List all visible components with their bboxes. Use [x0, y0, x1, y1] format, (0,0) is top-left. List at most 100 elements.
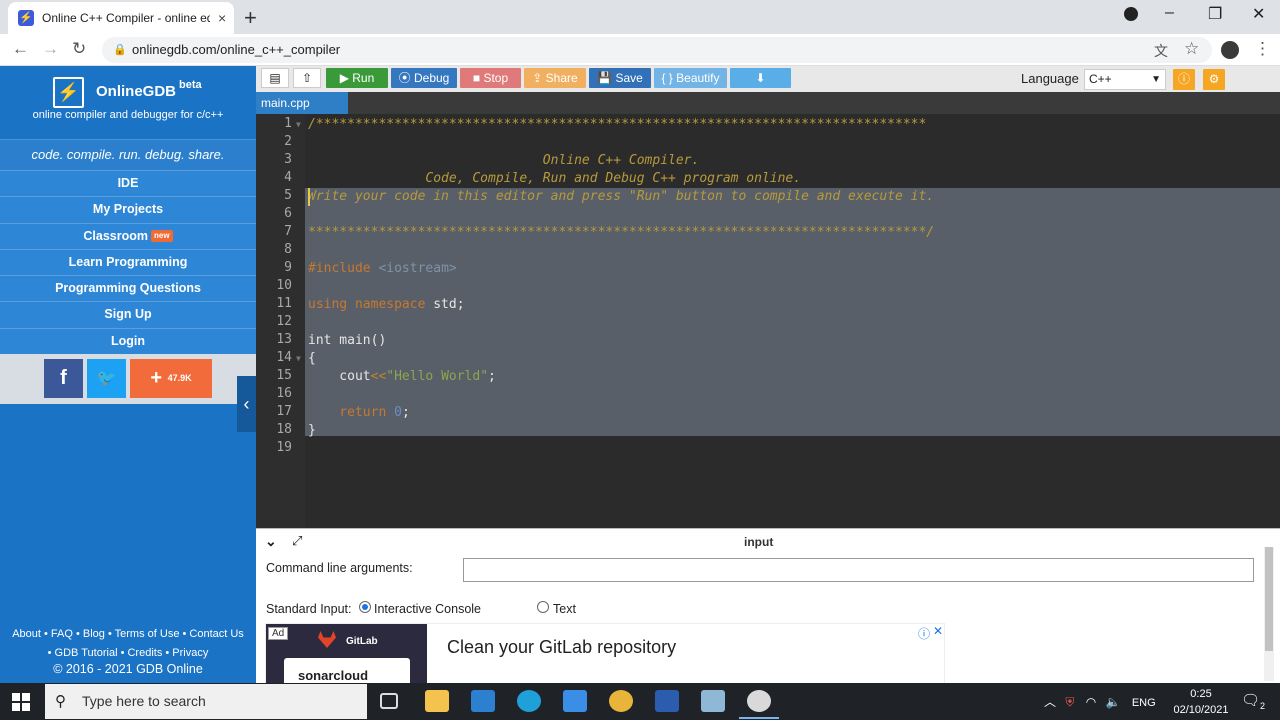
cmd-args-input[interactable]	[463, 558, 1254, 582]
chevron-down-icon: ▼	[1151, 74, 1161, 85]
volume-icon[interactable]: 🔈	[1106, 695, 1121, 709]
windows-taskbar: ⚲ Type here to search ︿ ⛨ ◠ 🔈 ENG 0:25 0…	[0, 683, 1280, 720]
radio-text-label[interactable]: Text	[553, 602, 576, 616]
file-explorer-icon[interactable]	[425, 690, 449, 712]
radio-interactive-console-label[interactable]: Interactive Console	[374, 602, 481, 616]
chrome-active-icon[interactable]	[747, 690, 771, 712]
window-minimize-button[interactable]: –	[1165, 4, 1174, 22]
sidebar-item-sign-up[interactable]: Sign Up	[0, 301, 256, 328]
fold-arrow-icon[interactable]: ▼	[296, 354, 301, 363]
notifications-icon[interactable]: 🗨2	[1241, 691, 1265, 711]
file-tab-main-cpp[interactable]: main.cpp	[256, 92, 348, 114]
panel-scrollbar[interactable]	[1264, 547, 1274, 681]
new-tab-button[interactable]: +	[244, 5, 257, 31]
ad-title[interactable]: Clean your GitLab repository	[447, 637, 676, 658]
copyright: © 2016 - 2021 GDB Online	[53, 662, 203, 676]
sidebar-item-ide[interactable]: IDE	[0, 170, 256, 197]
url-input[interactable]: 🔒 onlinegdb.com/online_c++_compiler	[102, 37, 1212, 63]
language-indicator[interactable]: ENG	[1132, 697, 1156, 709]
sidebar-item-learn-programming[interactable]: Learn Programming	[0, 248, 256, 276]
browser-tab-active[interactable]: ⚡ Online C++ Compiler - online ed ×	[8, 2, 234, 34]
sidebar-item-my-projects[interactable]: My Projects	[0, 196, 256, 223]
social-share-bar: f 🐦 + 47.9K	[0, 354, 256, 404]
line-number: 4	[284, 170, 292, 185]
mail-icon[interactable]	[563, 690, 587, 712]
gitlab-logo-icon	[318, 631, 336, 648]
save-button[interactable]: 💾 Save	[589, 68, 651, 88]
browser-menu-icon[interactable]: ⋮	[1254, 39, 1271, 59]
line-number: 1	[284, 116, 292, 131]
twitter-icon[interactable]: 🐦	[87, 359, 126, 398]
settings-gear-icon[interactable]: ⚙	[1203, 69, 1225, 90]
profile-avatar[interactable]	[1221, 41, 1239, 59]
back-arrow-icon[interactable]: ←	[12, 39, 29, 59]
line-number: 15	[276, 368, 292, 383]
line-number: 9	[284, 260, 292, 275]
code-editor[interactable]: 1 ▼ 2 3 4 5 6 7 8 9 10 11 12 13 14 ▼ 15 …	[256, 114, 1280, 528]
logo-beta: beta	[179, 79, 202, 91]
tab-title: Online C++ Compiler - online ed	[42, 11, 210, 25]
wifi-icon[interactable]: ◠	[1086, 695, 1096, 709]
run-button[interactable]: ▶ Run	[326, 68, 388, 88]
sidebar-item-login[interactable]: Login	[0, 327, 256, 355]
forward-arrow-icon[interactable]: →	[42, 39, 59, 59]
code-line-9: #include <iostream>	[308, 260, 457, 278]
antivirus-icon[interactable]: ⛨	[1065, 695, 1074, 709]
upload-icon[interactable]: ⇧	[293, 68, 321, 88]
profile-dropdown-icon[interactable]	[1124, 7, 1138, 21]
line-number-gutter: 1 ▼ 2 3 4 5 6 7 8 9 10 11 12 13 14 ▼ 15 …	[256, 114, 305, 528]
code-line-13: int main()	[308, 333, 387, 348]
footer-links: About • FAQ • Blog • Terms of Use • Cont…	[0, 625, 256, 662]
store-icon[interactable]	[471, 690, 495, 712]
system-tray[interactable]: ︿ ⛨ ◠ 🔈 ENG	[1044, 693, 1156, 710]
panel-scrollbar-thumb[interactable]	[1265, 547, 1273, 651]
radio-interactive-console[interactable]	[359, 601, 371, 613]
footer-links-line1[interactable]: About • FAQ • Blog • Terms of Use • Cont…	[0, 625, 256, 644]
onlinegdb-logo-icon[interactable]: ⚡	[53, 77, 84, 108]
beautify-button[interactable]: { } Beautify	[654, 68, 727, 88]
tab-close-icon[interactable]: ×	[218, 10, 226, 26]
cmd-args-label: Command line arguments:	[266, 561, 413, 575]
ad-image[interactable]: Ad GitLab sonarcloud	[266, 624, 427, 683]
advertisement[interactable]: Ad GitLab sonarcloud Clean your GitLab r…	[265, 623, 945, 684]
info-icon[interactable]: ⓘ	[1173, 69, 1195, 90]
word-icon[interactable]	[655, 690, 679, 712]
edge-icon[interactable]	[517, 690, 541, 712]
radio-text[interactable]	[537, 601, 549, 613]
lock-icon[interactable]: 🔒	[113, 37, 127, 63]
fold-arrow-icon[interactable]: ▼	[296, 120, 301, 129]
new-file-icon[interactable]: ▤	[261, 68, 289, 88]
sidebar-item-label: Classroom	[83, 228, 149, 243]
chevron-up-icon[interactable]: ︿	[1044, 695, 1056, 709]
stop-button[interactable]: ■ Stop	[460, 68, 521, 88]
reload-icon[interactable]: ↻	[72, 39, 86, 59]
code-line-4: Code, Compile, Run and Debug C++ program…	[308, 171, 802, 186]
facebook-icon[interactable]: f	[44, 359, 83, 398]
share-count-button[interactable]: + 47.9K	[130, 359, 212, 398]
chrome-icon[interactable]	[609, 690, 633, 712]
notepad-icon[interactable]	[701, 690, 725, 712]
logo-name[interactable]: OnlineGDB	[96, 83, 176, 100]
footer-links-line2[interactable]: • GDB Tutorial • Credits • Privacy	[0, 644, 256, 663]
expand-icon[interactable]: ⤢	[292, 533, 302, 549]
sidebar-collapse-button[interactable]: ‹	[237, 376, 256, 432]
share-button[interactable]: ⇪ Share	[524, 68, 586, 88]
taskbar-search-input[interactable]: ⚲ Type here to search	[45, 684, 367, 719]
ad-info-icon[interactable]: ⓘ	[918, 625, 930, 642]
bookmark-star-icon[interactable]: ☆	[1184, 39, 1199, 59]
window-maximize-button[interactable]: ❐	[1208, 4, 1222, 24]
sidebar-item-classroom[interactable]: Classroom new	[0, 222, 256, 249]
task-view-icon[interactable]	[380, 693, 398, 709]
download-button[interactable]: ⬇	[730, 68, 791, 88]
active-app-indicator	[739, 717, 779, 719]
language-value: C++	[1089, 72, 1112, 86]
ad-close-icon[interactable]: ✕	[933, 624, 943, 638]
sidebar-item-programming-questions[interactable]: Programming Questions	[0, 275, 256, 302]
system-clock[interactable]: 0:25 02/10/2021	[1170, 686, 1232, 718]
debug-button[interactable]: ⦿ Debug	[391, 68, 457, 88]
windows-start-icon[interactable]	[12, 693, 30, 711]
collapse-chevron-icon[interactable]: ⌄	[265, 533, 277, 550]
translate-icon[interactable]: ⽂	[1154, 41, 1168, 61]
window-close-button[interactable]: ✕	[1252, 4, 1265, 24]
language-select[interactable]: C++ ▼	[1084, 69, 1166, 90]
